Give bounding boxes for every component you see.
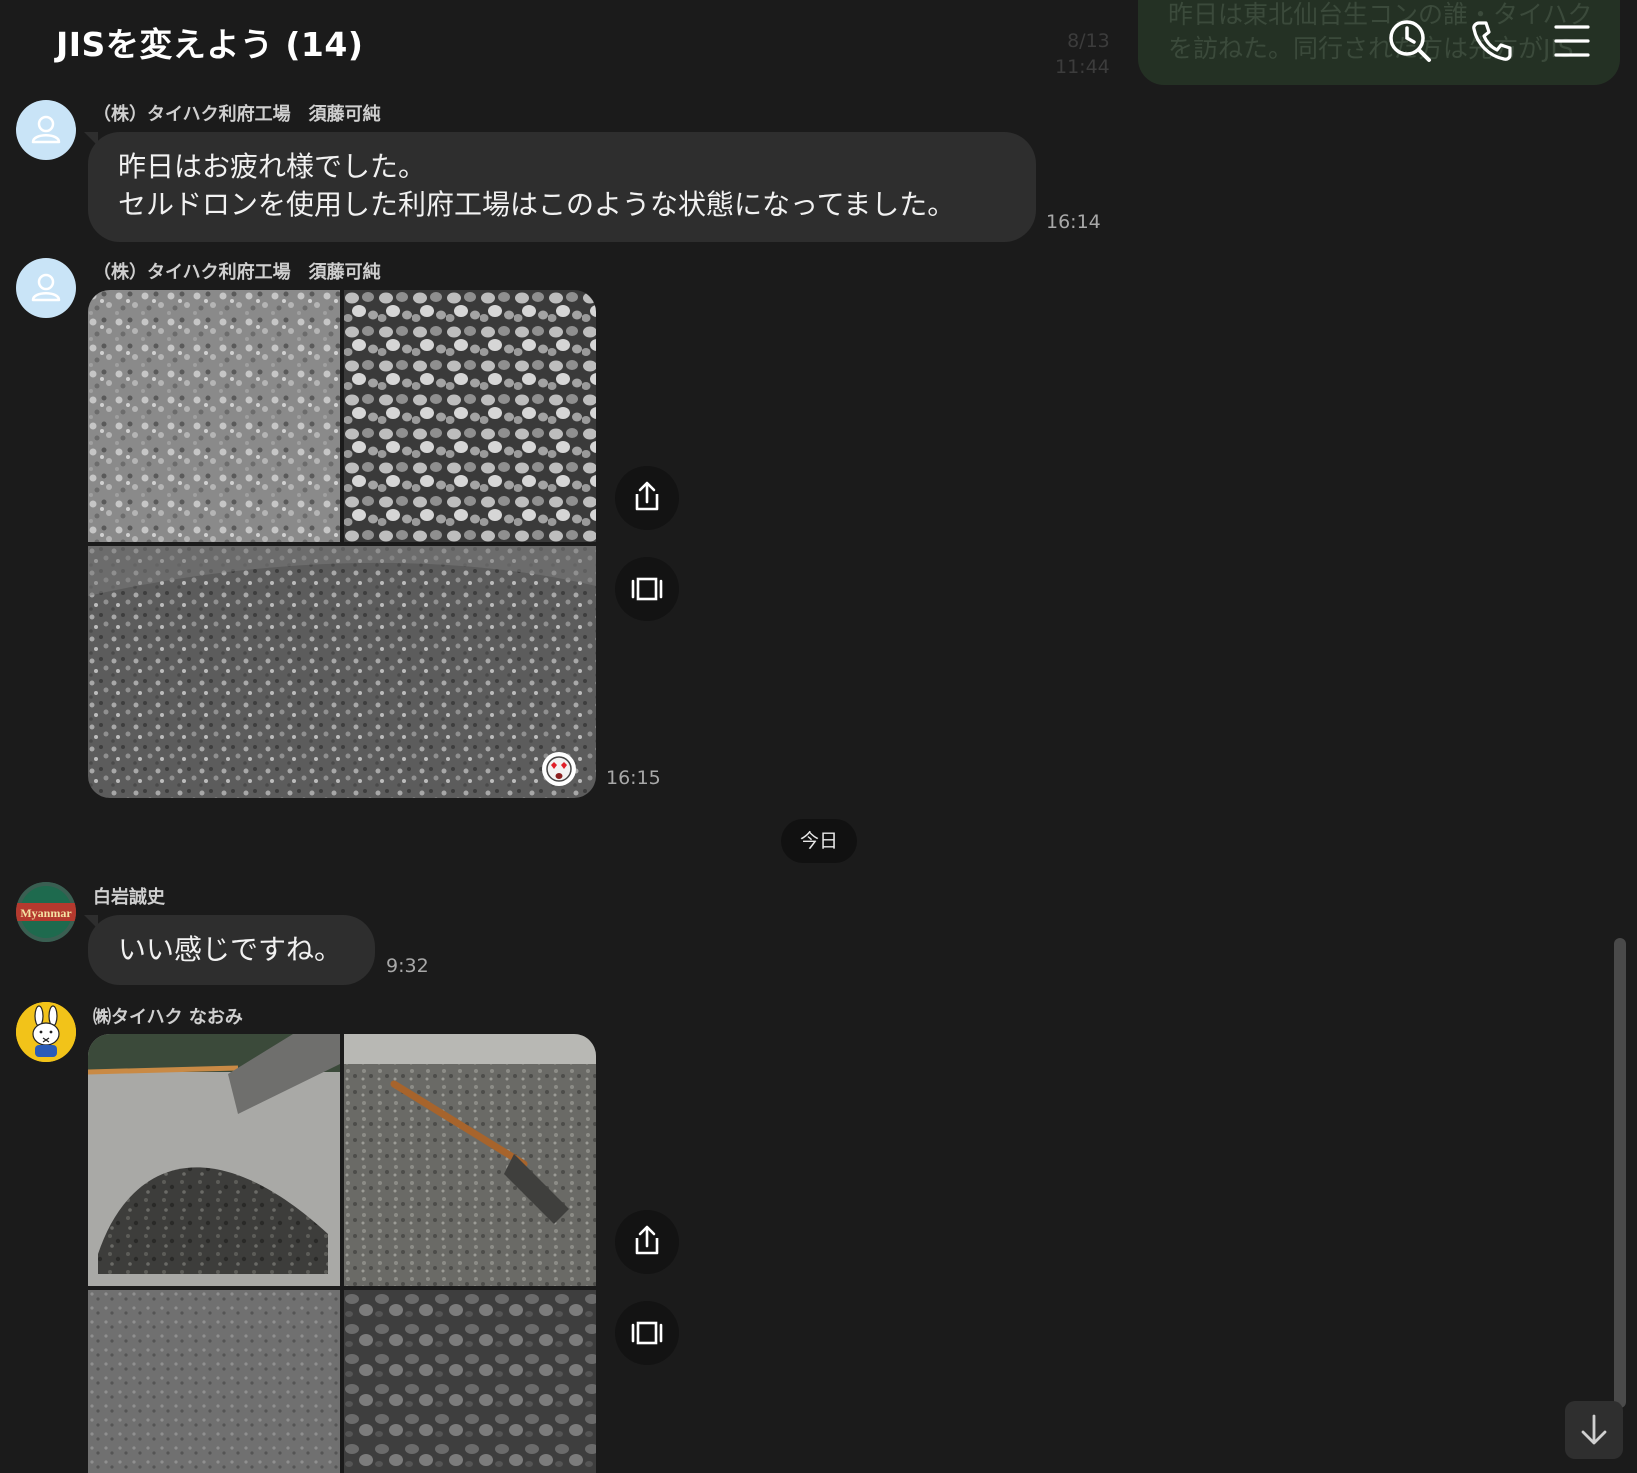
share-button[interactable]: [615, 1210, 679, 1274]
ghost-timestamp: 8/13 11:44: [1055, 28, 1110, 80]
slideshow-button[interactable]: [615, 1301, 679, 1365]
sender-name: ㈱タイハク なおみ: [93, 1007, 243, 1028]
phone-icon[interactable]: [1469, 18, 1515, 64]
avatar[interactable]: Myanmar: [16, 882, 76, 942]
avatar[interactable]: [16, 100, 76, 160]
reaction-emoji-icon[interactable]: [542, 752, 576, 786]
slideshow-icon: [631, 1321, 663, 1345]
message-time: 9:32: [386, 955, 429, 977]
share-button[interactable]: [615, 466, 679, 530]
ghost-line: 昨日は東北仙台生コンの誰・タイハク: [1168, 0, 1593, 29]
scroll-to-bottom-button[interactable]: [1565, 1401, 1623, 1459]
slideshow-icon: [631, 577, 663, 601]
message-bubble[interactable]: 昨日はお疲れ様でした。 セルドロンを使用した利府工場はこのような状態になってまし…: [88, 132, 1036, 242]
menu-icon[interactable]: [1549, 18, 1595, 64]
message-text: セルドロンを使用した利府工場はこのような状態になってました。: [118, 188, 956, 221]
sender-name: 白岩誠史: [93, 887, 165, 908]
person-icon: [31, 273, 61, 302]
date-separator: 今日: [781, 819, 857, 863]
gravel-pile-photo[interactable]: [88, 546, 596, 798]
message-text: 昨日はお疲れ様でした。: [118, 150, 427, 183]
bunny-icon: [16, 1002, 76, 1062]
scrollbar[interactable]: [1614, 938, 1626, 1408]
sender-name: （株）タイハク利府工場 須藤可純: [93, 262, 381, 283]
chat-header: 8/13 11:44 昨日は東北仙台生コンの誰・タイハク を訪ねた。同行された方…: [0, 0, 1637, 86]
chat-title: JISを変えよう (14): [56, 25, 364, 64]
person-icon: [31, 115, 61, 144]
rake-photo[interactable]: [344, 1034, 596, 1286]
gravel-photo[interactable]: [88, 290, 340, 542]
avatar-label: Myanmar: [20, 906, 72, 920]
slideshow-button[interactable]: [615, 557, 679, 621]
ghost-date: 8/13: [1067, 30, 1110, 52]
avatar[interactable]: [16, 1002, 76, 1062]
sender-name: （株）タイハク利府工場 須藤可純: [93, 104, 381, 125]
concrete-photo[interactable]: [88, 1290, 340, 1473]
arrow-down-icon: [1581, 1414, 1607, 1445]
ghost-time: 11:44: [1055, 56, 1110, 78]
message-bubble[interactable]: いい感じですね。: [88, 915, 375, 985]
shovel-photo[interactable]: [88, 1034, 340, 1286]
concrete-chunks-photo[interactable]: [344, 1290, 596, 1473]
ghost-message-bubble: 昨日は東北仙台生コンの誰・タイハク を訪ねた。同行された方は先方がJIS: [1138, 0, 1620, 85]
ghost-line: を訪ねた。同行された方は先方がJIS: [1168, 34, 1574, 63]
share-icon: [635, 1225, 659, 1255]
avatar[interactable]: [16, 258, 76, 318]
gravel-photo[interactable]: [344, 290, 596, 542]
message-text: いい感じですね。: [118, 933, 343, 966]
avatar-image: Myanmar: [16, 882, 76, 942]
clock-search-icon[interactable]: [1387, 18, 1433, 64]
message-time: 16:14: [1046, 211, 1101, 233]
share-icon: [635, 481, 659, 511]
message-time: 16:15: [606, 767, 661, 789]
